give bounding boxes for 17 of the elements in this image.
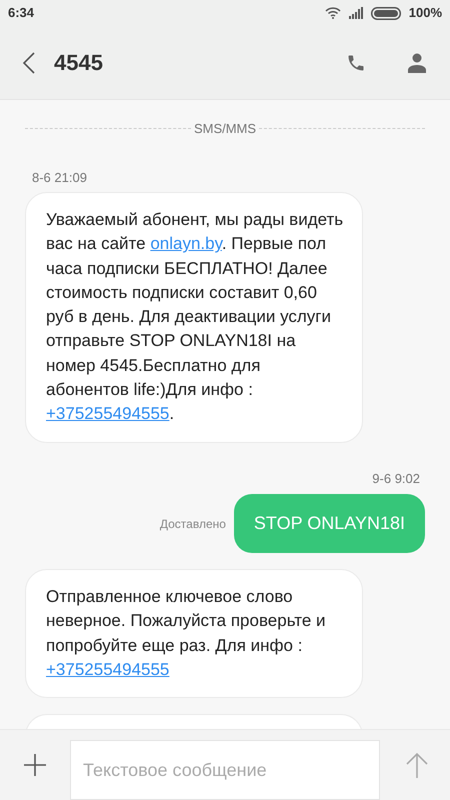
message-time: 8-6 21:09	[32, 168, 88, 186]
status-time: 6:34	[8, 4, 34, 22]
message-bubble: Уважаемый абонент, мы рады видеть вас на сайте onlayn.by. Первые пол часа подписки БЕСПЛАТНО! Далее стоимость подписки составит 0,60 руб в день. Для деактивации услуги отправьте STOP ONLAYN18I на номер 4545.Бесплатно для абонентов life:)Для инфо : +375255494555.	[25, 192, 363, 443]
battery-percent: 100%	[408, 4, 442, 22]
link[interactable]: +375255494555	[46, 404, 170, 424]
channel-label: SMS/MMS	[192, 120, 258, 138]
battery-icon	[370, 6, 401, 20]
message-bubble: STOP ONLAYN18I	[234, 494, 425, 554]
link[interactable]: +375255494555	[46, 660, 170, 680]
message-bubble: Отправленное ключевое слово неверное. Пожалуйста проверьте и попробуйте еще раз. Для инфо : +375255494555	[25, 569, 363, 698]
delivery-status: Доставлено	[160, 516, 226, 533]
message-time: 9-6 9:02	[372, 470, 420, 488]
link[interactable]: onlayn.by	[150, 234, 222, 254]
wifi-icon	[324, 7, 341, 19]
contact-title: 4545	[54, 49, 103, 77]
signal-icon	[348, 7, 363, 19]
message-input[interactable]: Текстовое сообщение	[70, 740, 380, 800]
